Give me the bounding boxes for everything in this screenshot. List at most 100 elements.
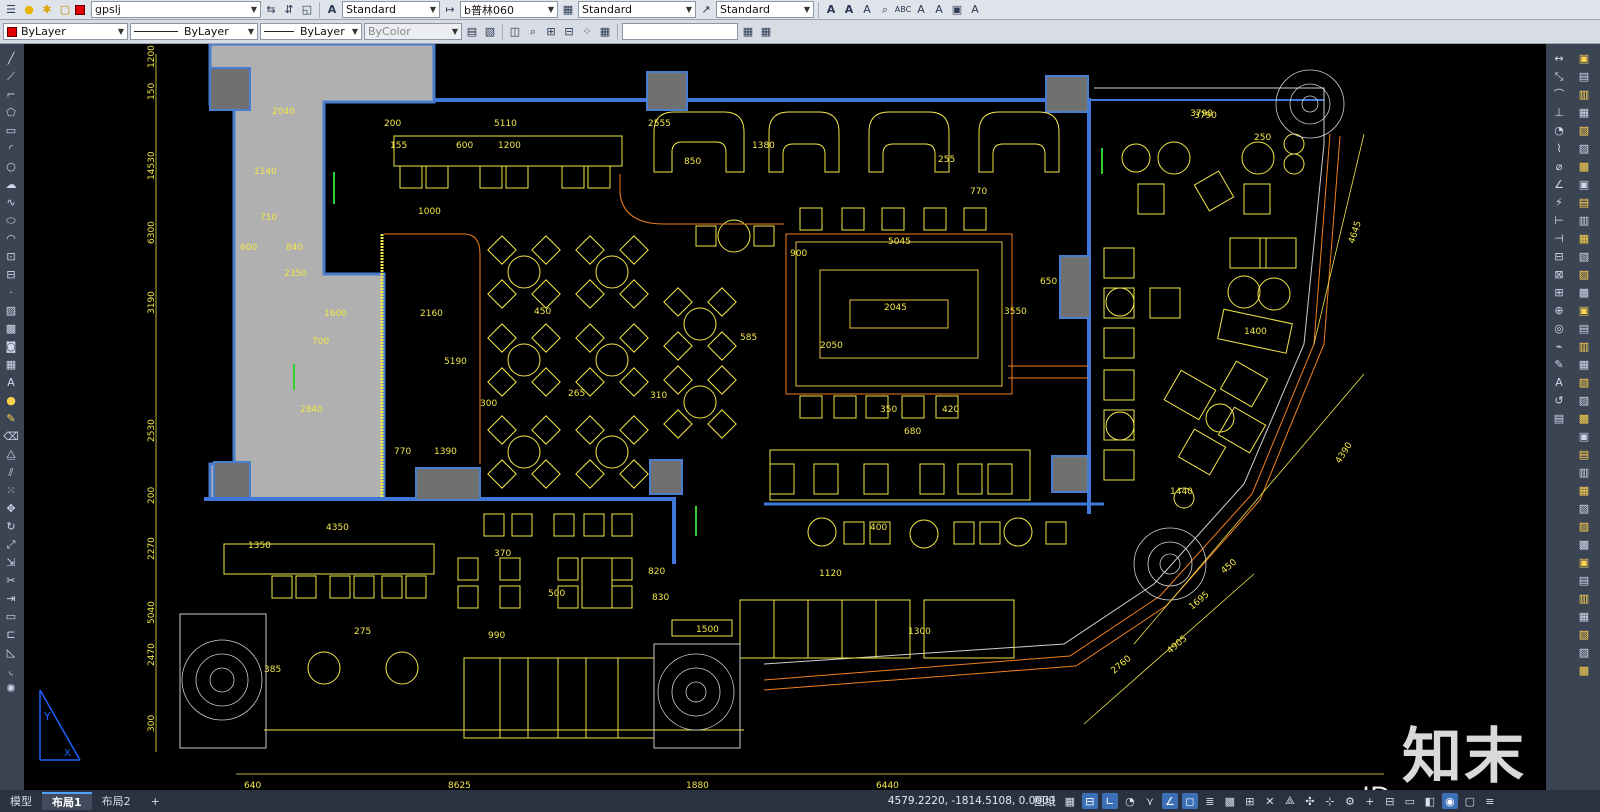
tab-layout2[interactable]: 布局2 bbox=[92, 792, 141, 810]
lightbulb-icon[interactable]: ● bbox=[21, 2, 37, 18]
ellipse-arc-icon[interactable]: ◠ bbox=[4, 230, 19, 246]
tool-r-icon[interactable]: ▦ bbox=[1577, 356, 1592, 372]
tool-x-icon[interactable]: ▥ bbox=[1577, 464, 1592, 480]
fillet-icon[interactable]: ◟ bbox=[4, 662, 19, 678]
snap-icon[interactable]: ⊟ bbox=[1081, 793, 1098, 809]
tool-e-icon[interactable]: ▧ bbox=[1577, 122, 1592, 138]
graphics-performance-icon[interactable]: ◉ bbox=[1441, 793, 1458, 809]
text-scale-icon[interactable]: A bbox=[913, 2, 929, 18]
selection-cycling-icon[interactable]: ⊞ bbox=[1242, 793, 1258, 809]
tool-ai-icon[interactable]: ▩ bbox=[1577, 662, 1592, 678]
annotation-visibility-icon[interactable]: ✕ bbox=[1262, 793, 1278, 809]
text-frame-icon[interactable]: ▣ bbox=[949, 2, 965, 18]
block-editor-icon[interactable]: ◫ bbox=[507, 24, 523, 40]
space-icon[interactable]: ⊟ bbox=[1552, 248, 1567, 264]
drawing-canvas[interactable]: Y X 1200 150 14530 6300 3190 2530 200 2270 5040 2… bbox=[24, 44, 1546, 790]
color-dropdown[interactable]: ByLayer ▼ bbox=[3, 23, 128, 40]
tool-f-icon[interactable]: ▨ bbox=[1577, 140, 1592, 156]
tolerance-icon[interactable]: ⊞ bbox=[1552, 284, 1567, 300]
center-mark-icon[interactable]: ⊕ bbox=[1552, 302, 1567, 318]
gizmo-icon[interactable]: ✣ bbox=[1302, 793, 1318, 809]
scale-icon[interactable]: ⤢ bbox=[4, 536, 19, 552]
tool-d-icon[interactable]: ▦ bbox=[1577, 104, 1592, 120]
customize-icon[interactable]: ≡ bbox=[1482, 793, 1498, 809]
tool-j-icon[interactable]: ▥ bbox=[1577, 212, 1592, 228]
tool-a-icon[interactable]: ▣ bbox=[1577, 50, 1592, 66]
dim-style-icon[interactable]: ▤ bbox=[1552, 410, 1567, 426]
tool-ah-icon[interactable]: ▨ bbox=[1577, 644, 1592, 660]
stretch-icon[interactable]: ⇲ bbox=[4, 554, 19, 570]
lineweight-icon[interactable]: ≣ bbox=[1202, 793, 1218, 809]
offset-icon[interactable]: ⫽ bbox=[4, 464, 19, 480]
tool-t-icon[interactable]: ▨ bbox=[1577, 392, 1592, 408]
arc-icon[interactable]: ◜ bbox=[4, 140, 19, 156]
lineweight-dropdown[interactable]: ByLayer ▼ bbox=[260, 23, 362, 40]
annotation-scale-icon[interactable]: ⟁ bbox=[1282, 793, 1298, 809]
isodraft-icon[interactable]: ⋎ bbox=[1142, 793, 1158, 809]
angular-icon[interactable]: ∠ bbox=[1552, 176, 1567, 192]
workspace-switch-icon[interactable]: ▦ bbox=[758, 24, 774, 40]
group-icon[interactable]: ⊟ bbox=[561, 24, 577, 40]
erase-icon[interactable]: ⌫ bbox=[3, 428, 19, 444]
construction-line-icon[interactable]: ⟋ bbox=[4, 68, 19, 84]
object-snap-tracking-icon[interactable]: ∠ bbox=[1161, 793, 1178, 809]
polygon-icon[interactable]: ⬠ bbox=[4, 104, 19, 120]
break-icon[interactable]: ▭ bbox=[4, 608, 19, 624]
tool-ae-icon[interactable]: ▥ bbox=[1577, 590, 1592, 606]
tool-n-icon[interactable]: ▩ bbox=[1577, 284, 1592, 300]
ordinate-icon[interactable]: ⊥ bbox=[1552, 104, 1567, 120]
region-icon[interactable]: ◙ bbox=[4, 338, 19, 354]
transparency-icon[interactable]: ▩ bbox=[1222, 793, 1238, 809]
justify-text-icon[interactable]: A bbox=[931, 2, 947, 18]
tool-b-icon[interactable]: ▤ bbox=[1577, 68, 1592, 84]
tool-o-icon[interactable]: ▣ bbox=[1577, 302, 1592, 318]
table-style-dropdown[interactable]: Standard ▼ bbox=[578, 1, 696, 18]
tool-ac-icon[interactable]: ▣ bbox=[1577, 554, 1592, 570]
mtext-icon[interactable]: A bbox=[841, 2, 857, 18]
dim-edit-icon[interactable]: ✎ bbox=[1552, 356, 1567, 372]
inspect-icon[interactable]: ◎ bbox=[1552, 320, 1567, 336]
lock-icon[interactable]: ▢ bbox=[57, 2, 73, 18]
sun-icon[interactable]: ✱ bbox=[39, 2, 55, 18]
jog-line-icon[interactable]: ⌁ bbox=[1552, 338, 1567, 354]
workspace-icon[interactable]: ⚙ bbox=[1342, 793, 1358, 809]
tool-p-icon[interactable]: ▤ bbox=[1577, 320, 1592, 336]
ellipse-icon[interactable]: ⬭ bbox=[4, 212, 19, 228]
text-style-icon[interactable]: A bbox=[324, 2, 340, 18]
chamfer-icon[interactable]: ◺ bbox=[4, 644, 19, 660]
radius-icon[interactable]: ◔ bbox=[1552, 122, 1567, 138]
add-selected-icon[interactable]: ● bbox=[4, 392, 19, 408]
convert-text-icon[interactable]: A bbox=[967, 2, 983, 18]
revision-cloud-icon[interactable]: ☁ bbox=[4, 176, 19, 192]
tool-v-icon[interactable]: ▣ bbox=[1577, 428, 1592, 444]
quick-properties-icon[interactable]: ⊟ bbox=[1382, 793, 1398, 809]
tool-q-icon[interactable]: ▥ bbox=[1577, 338, 1592, 354]
match-properties-icon[interactable]: ▧ bbox=[482, 24, 498, 40]
dim-text-edit-icon[interactable]: A bbox=[1552, 374, 1567, 390]
zoom-window-icon[interactable]: ⌕ bbox=[525, 24, 541, 40]
workspace-icon[interactable]: ▦ bbox=[740, 24, 756, 40]
paper-space-toggle[interactable]: 图纸 bbox=[1032, 793, 1058, 809]
spell-check-icon[interactable]: ABC bbox=[895, 2, 911, 18]
tool-g-icon[interactable]: ▩ bbox=[1577, 158, 1592, 174]
break-dim-icon[interactable]: ⊠ bbox=[1552, 266, 1567, 282]
dim-style-dropdown[interactable]: b普林060 ▼ bbox=[460, 1, 558, 18]
mirror-icon[interactable]: ⧋ bbox=[4, 446, 19, 462]
pencil-icon[interactable]: ✎ bbox=[4, 410, 19, 426]
add-layout-button[interactable]: + bbox=[141, 792, 170, 810]
tab-layout1[interactable]: 布局1 bbox=[42, 792, 92, 810]
table-style-icon[interactable]: ▦ bbox=[560, 2, 576, 18]
line-icon[interactable]: ╱ bbox=[4, 50, 19, 66]
rectangle-icon[interactable]: ▭ bbox=[4, 122, 19, 138]
mtext-icon[interactable]: A bbox=[4, 374, 19, 390]
layer-manager-icon[interactable]: ☰ bbox=[3, 2, 19, 18]
table-icon[interactable]: ▦ bbox=[4, 356, 19, 372]
tool-c-icon[interactable]: ▥ bbox=[1577, 86, 1592, 102]
tool-ag-icon[interactable]: ▧ bbox=[1577, 626, 1592, 642]
layer-previous-icon[interactable]: ⇆ bbox=[263, 2, 279, 18]
clean-screen-icon[interactable]: ▢ bbox=[1462, 793, 1478, 809]
linetype-dropdown[interactable]: ByLayer ▼ bbox=[130, 23, 258, 40]
text-icon[interactable]: A bbox=[823, 2, 839, 18]
tool-l-icon[interactable]: ▧ bbox=[1577, 248, 1592, 264]
polyline-icon[interactable]: ⌐ bbox=[4, 86, 19, 102]
